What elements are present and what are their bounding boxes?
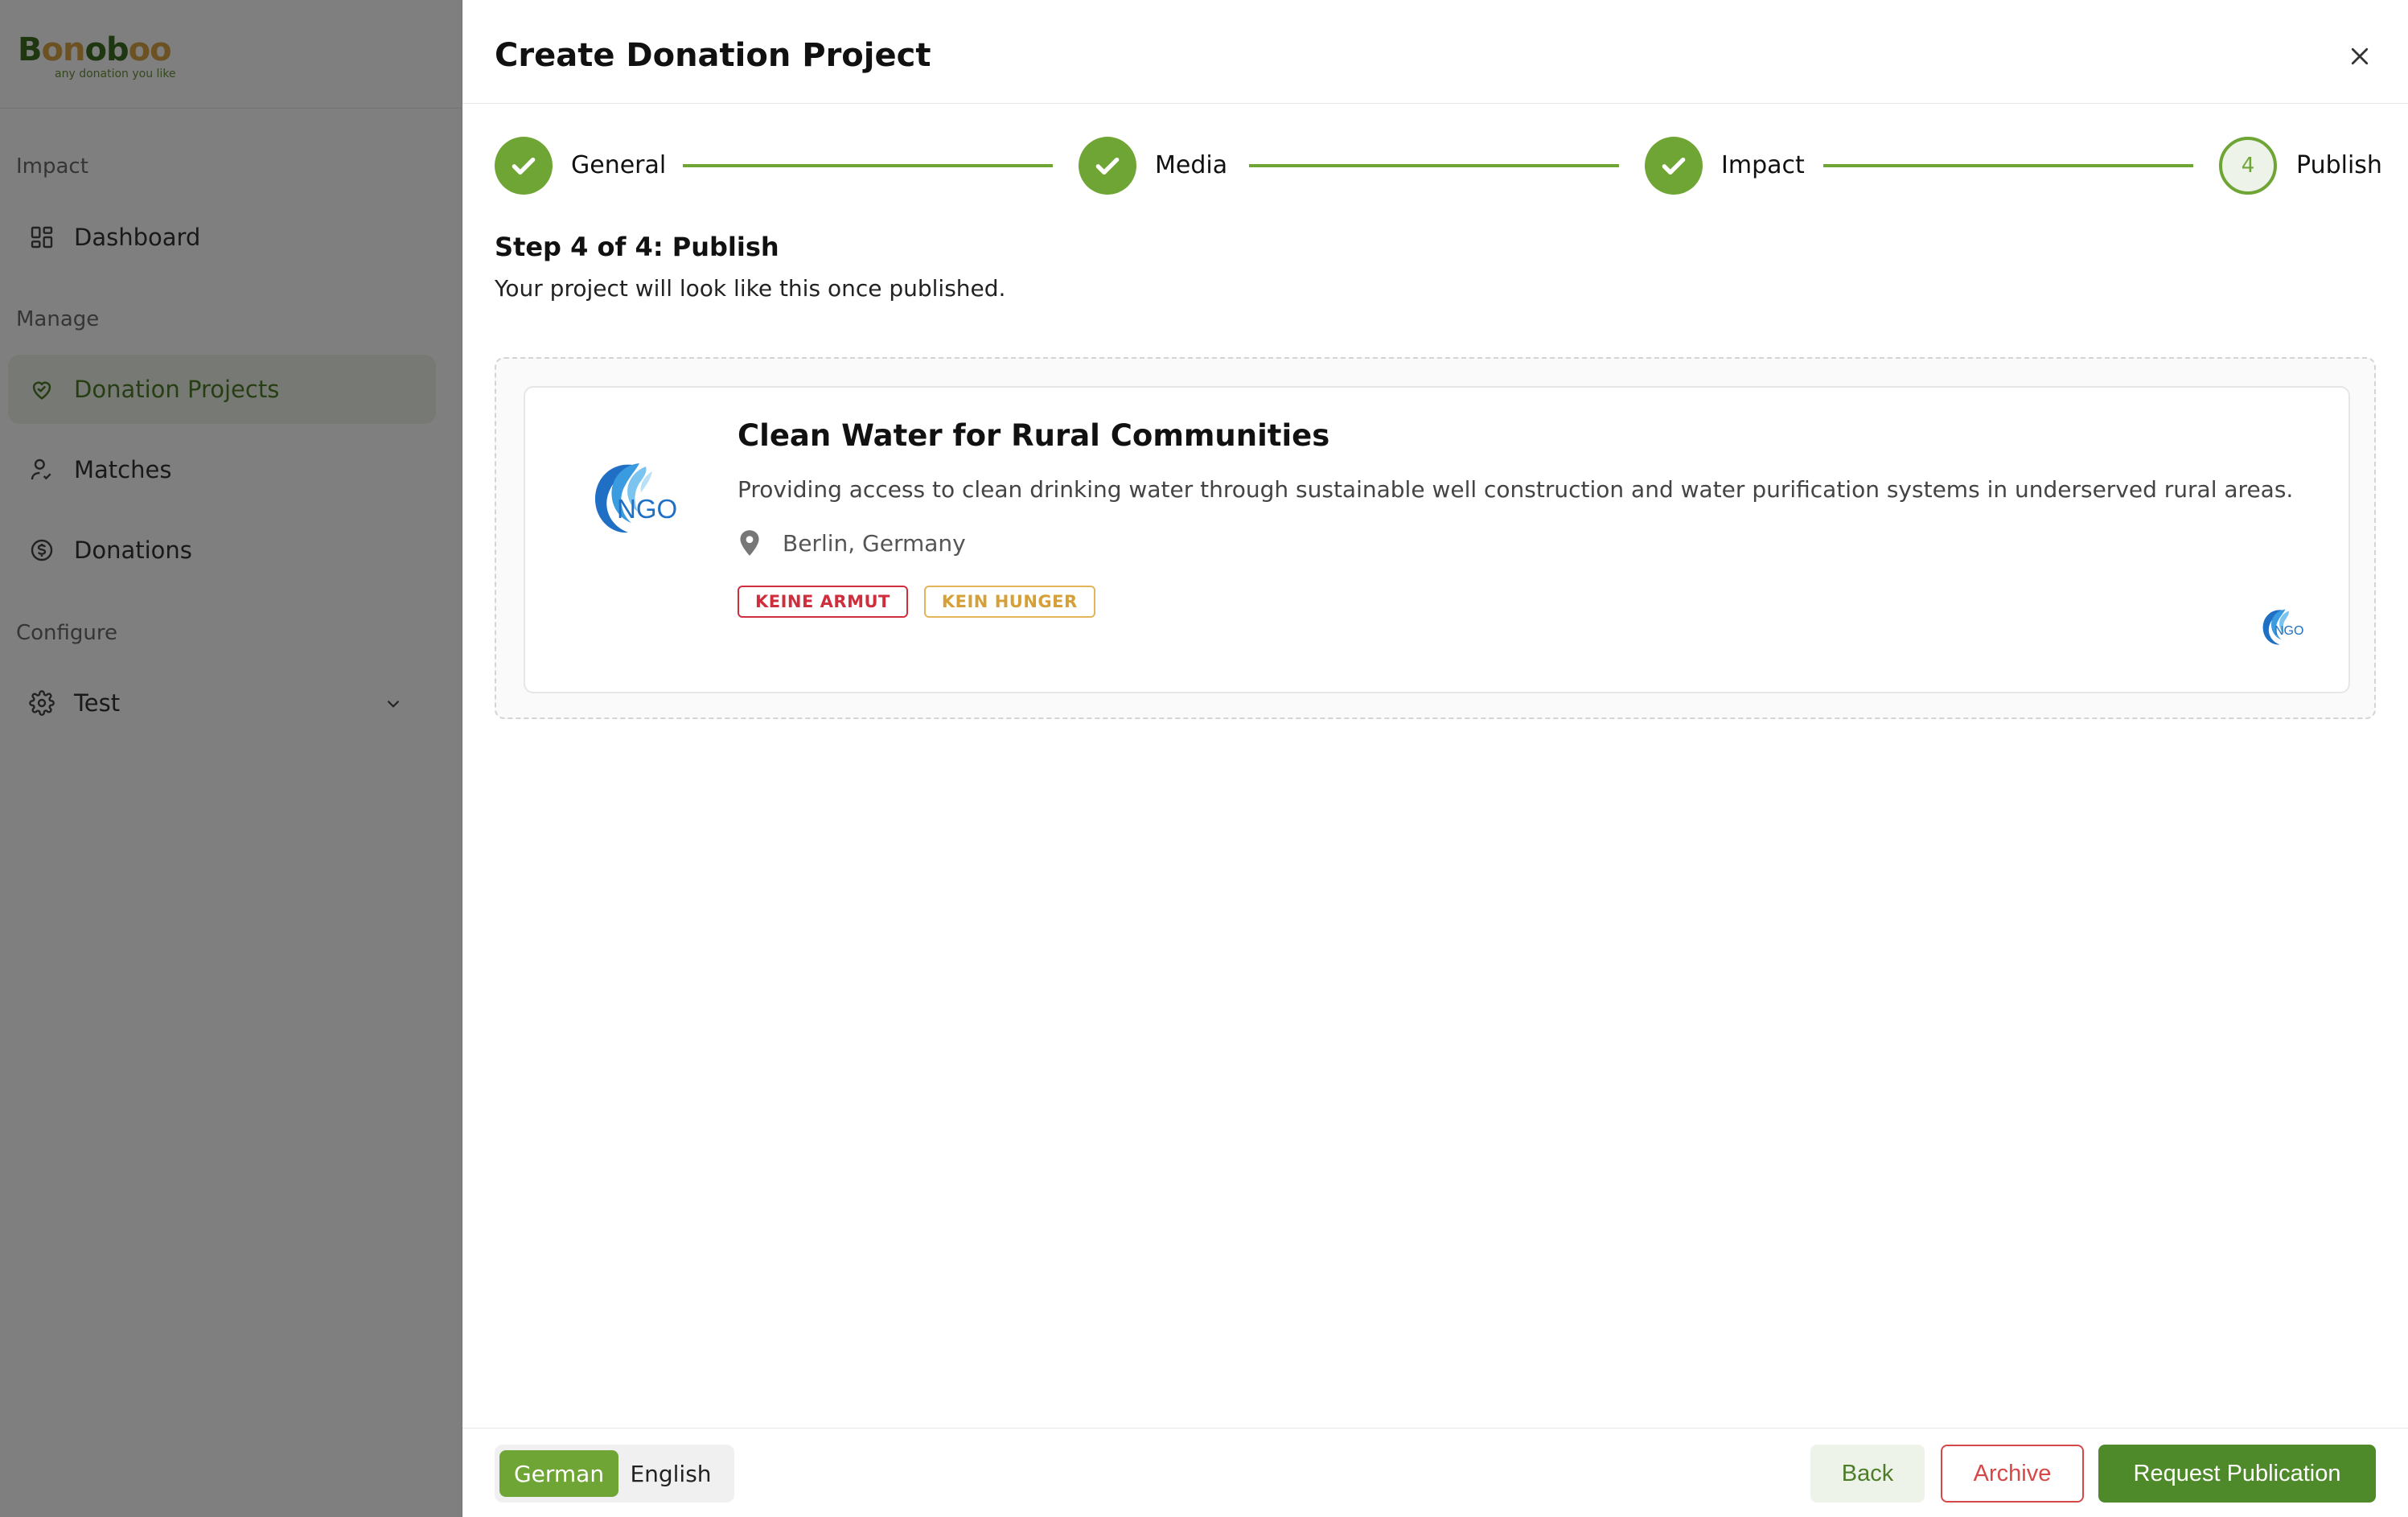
step-subtext: Your project will look like this once pu… [495, 275, 1006, 302]
language-toggle: German English [495, 1445, 734, 1503]
step-label-publish[interactable]: Publish [2296, 151, 2382, 179]
step-heading: Step 4 of 4: Publish [495, 232, 779, 262]
language-german-button[interactable]: German [499, 1450, 618, 1497]
project-location: Berlin, Germany [738, 529, 966, 557]
step-label-impact[interactable]: Impact [1721, 151, 1805, 179]
step-media-check-icon[interactable] [1079, 137, 1136, 195]
location-text: Berlin, Germany [783, 529, 966, 557]
step-connector [683, 164, 1053, 167]
location-pin-icon [740, 530, 759, 556]
ngo-logo-small: NGO [2258, 606, 2307, 648]
step-label-media[interactable]: Media [1155, 151, 1227, 179]
step-publish-number[interactable]: 4 [2219, 137, 2277, 195]
ngo-logo-text: NGO [617, 494, 678, 524]
close-icon[interactable] [2344, 40, 2376, 72]
step-label-general[interactable]: General [571, 151, 666, 179]
step-general-check-icon[interactable] [495, 137, 553, 195]
project-description: Providing access to clean drinking water… [738, 476, 2294, 503]
project-title: Clean Water for Rural Communities [738, 418, 1330, 453]
step-connector [1249, 164, 1619, 167]
page-title: Create Donation Project [495, 37, 931, 74]
sdg-tags: KEINE ARMUT KEIN HUNGER [738, 586, 1095, 618]
step-impact-check-icon[interactable] [1645, 137, 1703, 195]
tag-kein-hunger: KEIN HUNGER [923, 586, 1095, 618]
step-connector [1823, 164, 2193, 167]
header-divider [462, 103, 2408, 104]
ngo-logo: NGO [586, 458, 681, 539]
create-project-drawer: Create Donation Project General Media Im… [462, 0, 2408, 1517]
project-preview-container: NGO Clean Water for Rural Communities Pr… [495, 357, 2376, 719]
footer-divider [462, 1428, 2408, 1429]
request-publication-button[interactable]: Request Publication [2098, 1445, 2376, 1503]
language-english-button[interactable]: English [618, 1450, 723, 1497]
back-button[interactable]: Back [1810, 1445, 1925, 1503]
project-preview-card: NGO Clean Water for Rural Communities Pr… [524, 386, 2350, 693]
archive-button[interactable]: Archive [1941, 1445, 2084, 1503]
ngo-logo-small-text: NGO [2274, 624, 2304, 638]
tag-keine-armut: KEINE ARMUT [738, 586, 908, 618]
modal-backdrop[interactable] [0, 0, 462, 1517]
